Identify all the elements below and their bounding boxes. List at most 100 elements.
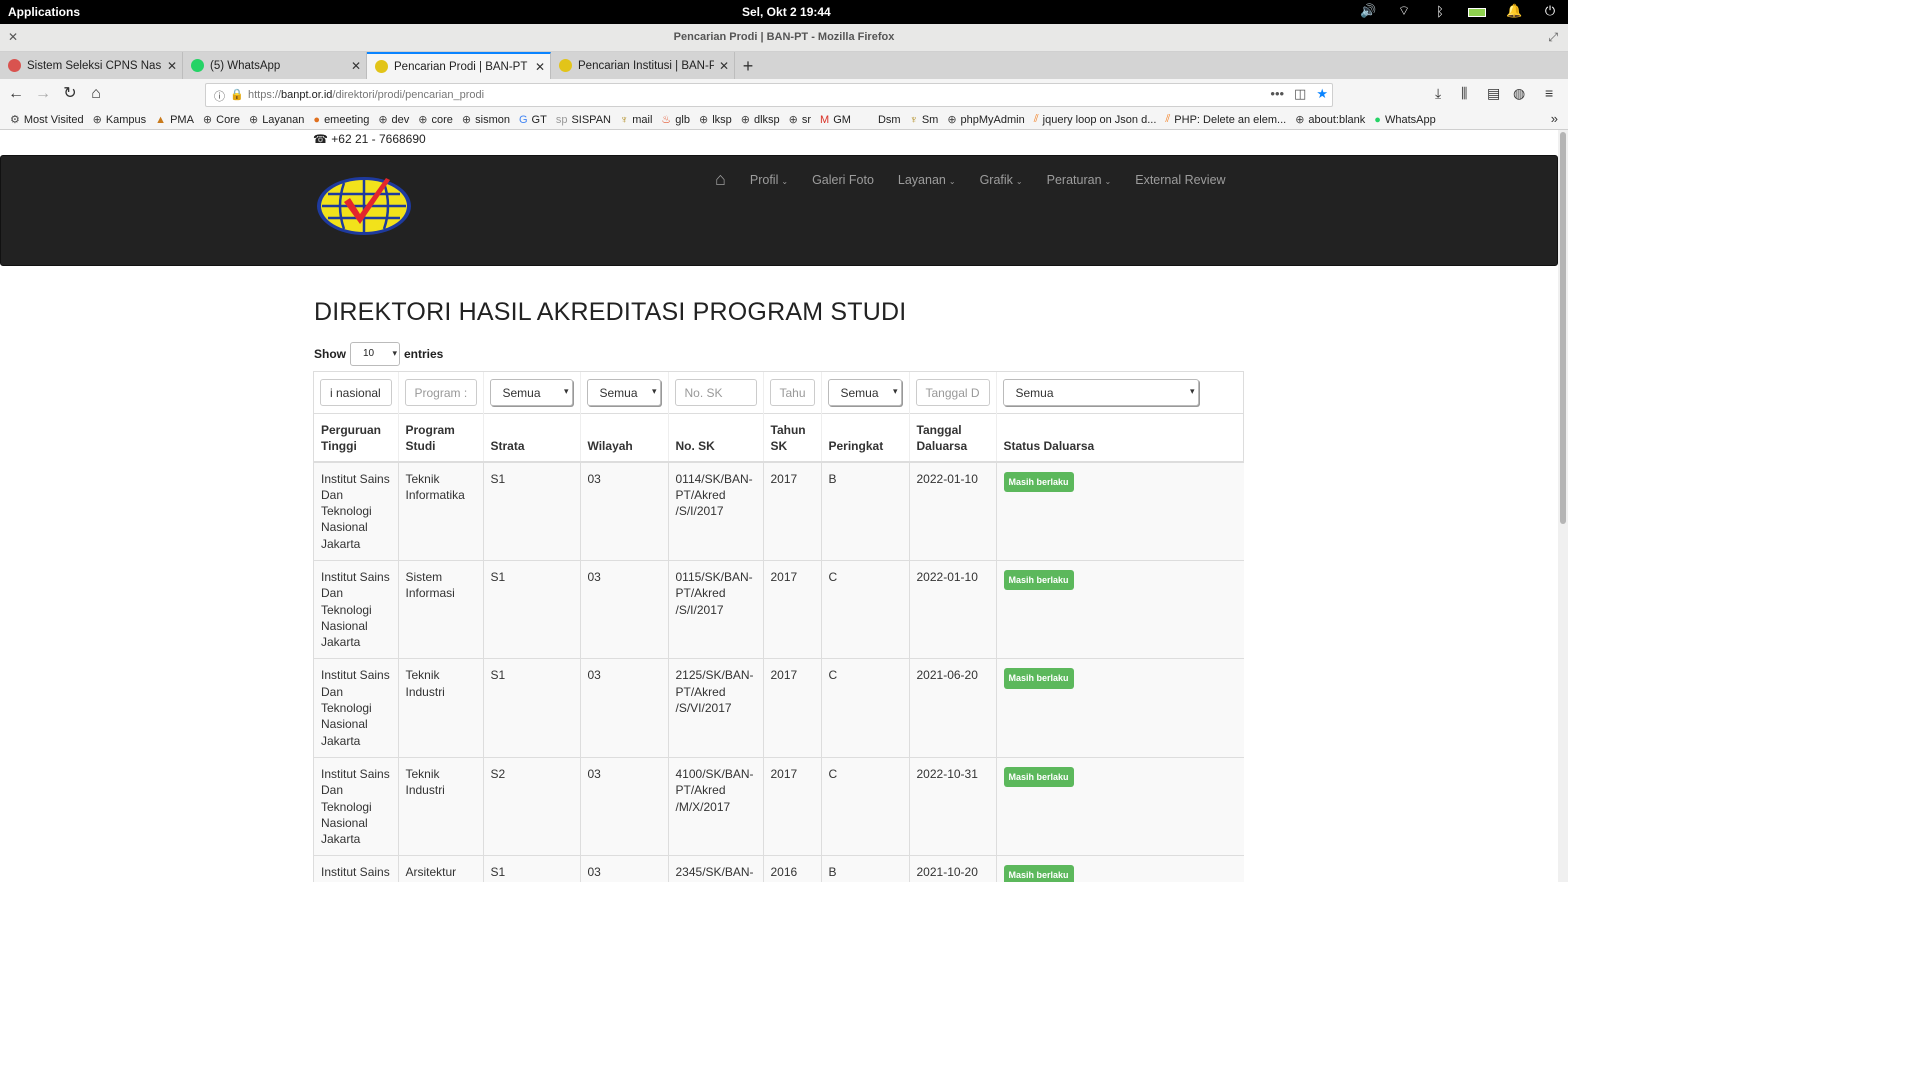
menu-icon[interactable]: ≡ [1545, 85, 1553, 101]
bookmark-item[interactable]: ⊕ lksp [699, 113, 732, 127]
table-row: Institut Sains Dan Teknologi Nasional Ja… [314, 757, 1244, 857]
applications-menu[interactable]: Applications [8, 5, 80, 19]
battery-icon[interactable] [1468, 7, 1486, 17]
nav-item-peraturan[interactable]: Peraturan ⌄ [1047, 173, 1112, 187]
column-header[interactable]: Program Studi [398, 413, 484, 463]
bookmark-item[interactable]: ● emeeting [313, 114, 369, 126]
cell-tahun-sk: 2017 [763, 757, 822, 857]
bookmark-item[interactable]: M GM [820, 114, 851, 126]
cell-strata: S1 [483, 658, 581, 758]
sidebar-icon[interactable]: ▤ [1487, 85, 1500, 102]
filter-wilayah-select[interactable]: Semua [586, 379, 661, 406]
tab-favicon-icon [559, 59, 572, 72]
bookmark-item[interactable]: ♆ mail [620, 114, 652, 126]
bookmark-item[interactable]: ⊕ dlksp [741, 113, 780, 127]
new-tab-icon[interactable]: + [738, 56, 758, 77]
page-length-select[interactable]: 10 [350, 342, 400, 366]
cell-tahun-sk: 2017 [763, 560, 822, 660]
bookmark-item[interactable]: sp SISPAN [556, 114, 611, 126]
reload-icon[interactable]: ↻ [60, 85, 80, 103]
column-header[interactable]: Tanggal Daluarsa [909, 413, 997, 463]
bookmark-item[interactable]: ⊕ Layanan [248, 113, 304, 127]
info-icon[interactable]: ⓘ [214, 88, 225, 104]
clock[interactable]: Sel, Okt 2 19:44 [742, 5, 831, 19]
gmail-icon: M [820, 113, 830, 126]
window-title: Pencarian Prodi | BAN-PT - Mozilla Firef… [673, 31, 895, 43]
browser-tab-active[interactable]: Pencarian Prodi | BAN-PT ✕ [367, 52, 551, 79]
bookmark-item[interactable]: G GT [519, 114, 547, 126]
globe-icon: ⊕ [1295, 114, 1305, 126]
filter-strata-select[interactable]: Semua [489, 379, 573, 406]
wifi-icon[interactable]: ⌔ [1396, 3, 1412, 19]
bookmark-item[interactable]: ⊕ phpMyAdmin [947, 113, 1024, 127]
bookmarks-overflow-icon[interactable]: » [1551, 111, 1558, 126]
url-bar[interactable]: ⓘ 🔒 https://banpt.or.id/direktori/prodi/… [205, 83, 1333, 107]
column-header[interactable]: Tahun SK [763, 413, 822, 463]
cell-perguruan-tinggi: Institut Sains Dan Teknologi Nasional Ja… [314, 461, 399, 561]
bookmark-item[interactable]: ⊕ sr [789, 113, 811, 127]
bookmark-item[interactable]: ⊕ core [418, 113, 453, 127]
downloads-icon[interactable]: ⤓ [1435, 85, 1441, 102]
filter-program-studi-input[interactable]: Program : [404, 379, 477, 406]
tab-close-icon[interactable]: ✕ [530, 60, 550, 74]
tab-close-icon[interactable]: ✕ [346, 59, 366, 73]
globe-icon: ⊕ [248, 114, 259, 126]
bookmark-item[interactable]: ⊕ Kampus [93, 113, 147, 127]
lock-icon[interactable]: 🔒 [230, 88, 244, 101]
bookmark-item[interactable]: ⫽ PHP: Delete an elem... [1165, 113, 1286, 126]
cell-program-studi: Sistem Informasi [398, 560, 484, 660]
filter-status-daluarsa-select[interactable]: Semua [1002, 379, 1199, 406]
home-icon[interactable]: ⌂ [715, 169, 726, 190]
column-header[interactable]: Wilayah [580, 413, 669, 463]
bookmark-item[interactable]: ♨ glb [661, 113, 690, 127]
library-icon[interactable]: ⫼ [1461, 85, 1467, 102]
scrollbar-thumb[interactable] [1560, 132, 1566, 524]
column-header[interactable]: Strata [483, 413, 581, 463]
volume-icon[interactable]: 🔊 [1360, 3, 1376, 19]
back-icon[interactable]: ← [6, 85, 26, 103]
column-header[interactable]: No. SK [668, 413, 764, 463]
url-text[interactable]: https://banpt.or.id/direktori/prodi/penc… [248, 89, 484, 101]
nav-item-galeri-foto[interactable]: Galeri Foto [812, 173, 874, 187]
bookmark-item[interactable]: ⊕ dev [378, 113, 409, 127]
entries-label: entries [404, 347, 444, 361]
nav-item-grafik[interactable]: Grafik ⌄ [980, 173, 1023, 187]
bookmark-star-icon[interactable]: ★ [1316, 86, 1328, 102]
bookmark-item[interactable]: Dsm [878, 114, 901, 126]
forward-icon[interactable]: → [33, 85, 53, 103]
nav-item-layanan[interactable]: Layanan ⌄ [898, 173, 956, 187]
home-icon[interactable]: ⌂ [86, 85, 106, 103]
bookmark-item[interactable]: ⊕ Core [203, 113, 240, 127]
filter-perguruan-tinggi-input[interactable]: i nasional [320, 379, 392, 406]
column-header[interactable]: Peringkat [821, 413, 910, 463]
filter-tahun-sk-input[interactable]: Tahu [769, 379, 815, 406]
bookmark-item[interactable]: ♆ Sm [910, 114, 939, 126]
filter-tanggal-daluarsa-input[interactable]: Tanggal D [915, 379, 990, 406]
bookmark-item[interactable]: ⊕ sismon [462, 113, 510, 127]
filter-no-sk-input[interactable]: No. SK [674, 379, 757, 406]
power-icon[interactable]: ⏻ [1542, 3, 1558, 19]
page-actions-icon[interactable]: ••• [1270, 86, 1284, 102]
nav-item-profil[interactable]: Profil ⌄ [750, 173, 788, 187]
bookmark-item[interactable]: ⊕ about:blank [1295, 113, 1365, 127]
tab-close-icon[interactable]: ✕ [714, 59, 734, 73]
bookmark-item[interactable]: ▲ PMA [155, 114, 194, 126]
nav-item-external-review[interactable]: External Review [1135, 173, 1225, 187]
bookmark-item[interactable]: ⚙ Most Visited [10, 113, 84, 127]
browser-tab[interactable]: Sistem Seleksi CPNS Nasional ✕ [0, 52, 183, 79]
extension-icon[interactable]: ◍ [1513, 85, 1525, 102]
column-header[interactable]: Perguruan Tinggi [314, 413, 399, 463]
column-header[interactable]: Status Daluarsa [996, 413, 1244, 463]
bookmark-item[interactable]: ⫽ jquery loop on Json d... [1034, 113, 1157, 126]
bluetooth-icon[interactable]: ᛒ [1432, 4, 1448, 19]
bookmark-item[interactable]: ● WhatsApp [1374, 114, 1435, 126]
browser-tab[interactable]: (5) WhatsApp ✕ [183, 52, 367, 79]
pocket-icon[interactable]: ◫ [1294, 86, 1306, 102]
page-scrollbar[interactable] [1558, 130, 1568, 882]
browser-tab[interactable]: Pencarian Institusi | BAN-PT ✕ [551, 52, 735, 79]
window-maximize-icon[interactable]: ⤢ [1548, 30, 1558, 45]
ban-pt-logo[interactable] [316, 174, 416, 240]
filter-peringkat-select[interactable]: Semua [827, 379, 902, 406]
tab-close-icon[interactable]: ✕ [162, 59, 182, 73]
bell-icon[interactable]: 🔔 [1506, 3, 1522, 19]
